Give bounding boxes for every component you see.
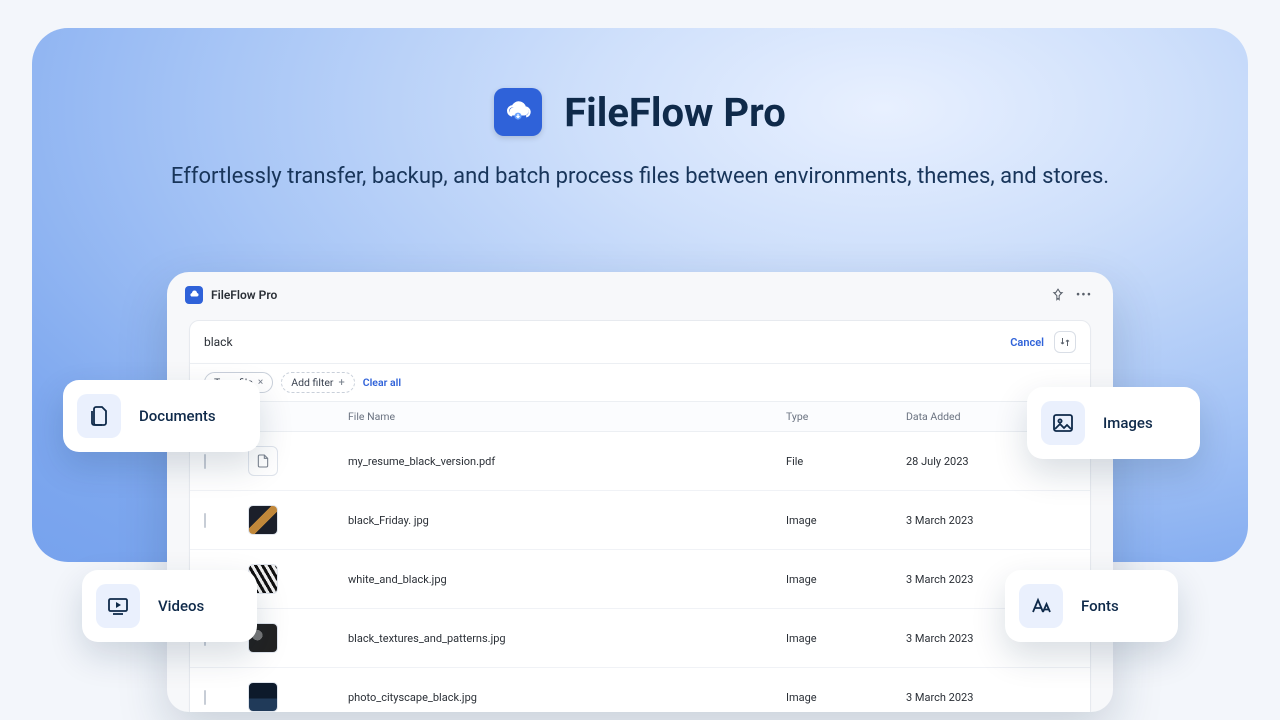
file-name-cell: black_textures_and_patterns.jpg xyxy=(348,632,786,645)
col-file-name[interactable]: File Name xyxy=(348,410,786,423)
file-date-cell: 3 March 2023 xyxy=(906,691,1076,704)
brand-logo-icon xyxy=(494,88,542,136)
chip-remove-icon[interactable]: × xyxy=(258,377,263,388)
file-name-cell: photo_cityscape_black.jpg xyxy=(348,691,786,704)
cancel-button[interactable]: Cancel xyxy=(1010,336,1044,349)
app-title: FileFlow Pro xyxy=(211,288,277,302)
file-type-cell: Image xyxy=(786,573,906,586)
table-row[interactable]: black_textures_and_patterns.jpg Image 3 … xyxy=(190,609,1090,668)
image-thumbnail xyxy=(248,505,278,535)
file-icon xyxy=(248,446,278,476)
file-name-cell: my_resume_black_version.pdf xyxy=(348,455,786,468)
file-name-cell: white_and_black.jpg xyxy=(348,573,786,586)
category-card-videos[interactable]: Videos xyxy=(82,570,257,642)
table-row[interactable]: black_Friday. jpg Image 3 March 2023 xyxy=(190,491,1090,550)
clear-all-button[interactable]: Clear all xyxy=(363,376,401,389)
images-icon xyxy=(1041,401,1085,445)
col-type[interactable]: Type xyxy=(786,410,906,423)
table-row[interactable]: photo_cityscape_black.jpg Image 3 March … xyxy=(190,668,1090,712)
category-label: Images xyxy=(1103,414,1153,432)
add-filter-button[interactable]: Add filter + xyxy=(281,372,354,393)
file-type-cell: File xyxy=(786,455,906,468)
category-card-fonts[interactable]: Fonts xyxy=(1005,570,1178,642)
more-icon[interactable]: ••• xyxy=(1077,288,1091,302)
file-type-cell: Image xyxy=(786,691,906,704)
file-date-cell: 3 March 2023 xyxy=(906,514,1076,527)
row-checkbox[interactable] xyxy=(204,513,206,528)
search-input[interactable]: black xyxy=(204,335,233,349)
file-type-cell: Image xyxy=(786,514,906,527)
table-header: File Name Type Data Added xyxy=(190,402,1090,432)
files-panel: black Cancel Type file × Add filter + xyxy=(189,320,1091,712)
fonts-icon xyxy=(1019,584,1063,628)
add-filter-label: Add filter xyxy=(291,376,333,389)
app-window: FileFlow Pro ••• black Cancel xyxy=(167,272,1113,712)
category-card-documents[interactable]: Documents xyxy=(63,380,260,452)
category-card-images[interactable]: Images xyxy=(1027,387,1200,459)
file-name-cell: black_Friday. jpg xyxy=(348,514,786,527)
category-label: Fonts xyxy=(1081,597,1119,615)
sort-button[interactable] xyxy=(1054,331,1076,353)
pin-icon[interactable] xyxy=(1051,288,1065,302)
documents-icon xyxy=(77,394,121,438)
row-checkbox[interactable] xyxy=(204,454,206,469)
plus-icon: + xyxy=(338,376,344,389)
image-thumbnail xyxy=(248,682,278,712)
hero-subtitle: Effortlessly transfer, backup, and batch… xyxy=(32,160,1248,194)
table-row[interactable]: my_resume_black_version.pdf File 28 July… xyxy=(190,432,1090,491)
brand-title: FileFlow Pro xyxy=(564,89,786,136)
app-toolbar: FileFlow Pro ••• xyxy=(167,272,1113,314)
videos-icon xyxy=(96,584,140,628)
app-logo-icon xyxy=(185,286,203,304)
brand-row: FileFlow Pro xyxy=(494,88,786,136)
file-type-cell: Image xyxy=(786,632,906,645)
category-label: Videos xyxy=(158,597,204,615)
table-row[interactable]: white_and_black.jpg Image 3 March 2023 xyxy=(190,550,1090,609)
category-label: Documents xyxy=(139,407,216,425)
row-checkbox[interactable] xyxy=(204,690,206,705)
